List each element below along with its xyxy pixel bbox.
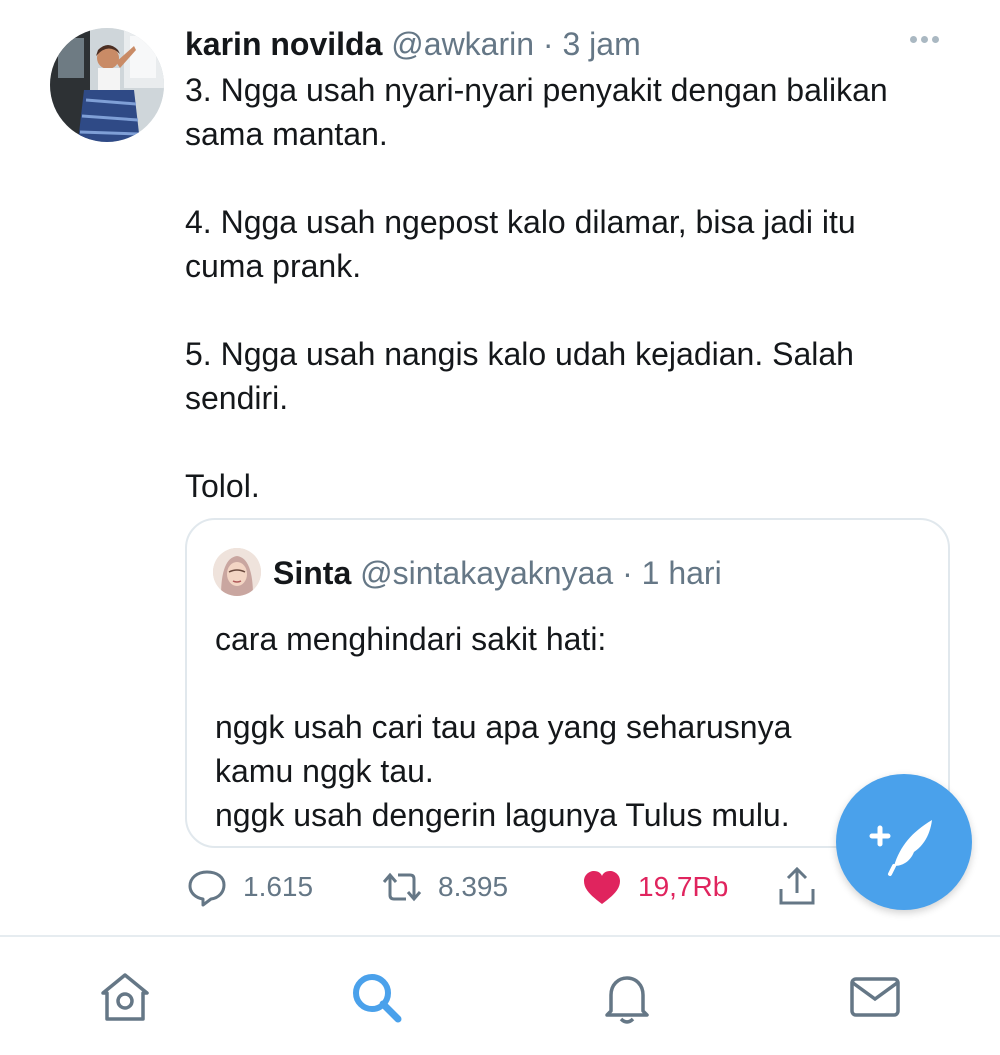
notifications-icon <box>605 976 649 1024</box>
quoted-author-handle: @sintakayaknyaa <box>360 555 614 591</box>
separator-dot: · <box>622 555 633 591</box>
quoted-author-avatar <box>213 548 261 596</box>
tweet-text: 3. Ngga usah nyari-nyari penyakit dengan… <box>185 68 975 552</box>
like-button[interactable]: 19,7Rb <box>580 862 728 912</box>
tweet-paragraph: Tolol. <box>185 468 260 504</box>
tweet-paragraph: 4. Ngga usah ngepost kalo dilamar, bisa … <box>185 204 856 284</box>
quoted-author-name: Sinta <box>273 555 352 591</box>
share-icon <box>779 866 815 905</box>
tweet-paragraph: 5. Ngga usah nangis kalo udah kejadian. … <box>185 336 854 416</box>
more-horizontal-icon[interactable] <box>910 30 950 60</box>
compose-feather-icon <box>869 820 932 876</box>
messages-icon <box>850 977 900 1017</box>
quoted-paragraph: nggk usah cari tau apa yang seharusnya k… <box>215 709 792 833</box>
quoted-header: Sinta @sintakayaknyaa · 1 hari <box>273 552 722 594</box>
share-button[interactable] <box>775 862 833 912</box>
tweet-time[interactable]: 3 jam <box>562 26 640 62</box>
retweet-button[interactable]: 8.395 <box>380 862 508 912</box>
separator-dot: · <box>542 26 554 62</box>
like-count: 19,7Rb <box>638 871 729 902</box>
quoted-paragraph: cara menghindari sakit hati: <box>215 621 607 657</box>
heart-icon <box>584 871 620 904</box>
compose-tweet-button[interactable] <box>836 774 972 910</box>
reply-icon <box>188 870 226 907</box>
quoted-text: cara menghindari sakit hati: nggk usah c… <box>215 617 935 881</box>
tab-home[interactable] <box>95 967 155 1027</box>
tweet-actions: 1.615 8.395 19,7Rb <box>185 862 845 912</box>
author-avatar[interactable] <box>50 28 164 142</box>
reply-count: 1.615 <box>243 871 314 902</box>
tab-messages[interactable] <box>845 967 905 1027</box>
author-name[interactable]: karin novilda <box>185 26 382 62</box>
tab-notifications[interactable] <box>597 967 657 1027</box>
retweet-icon <box>382 872 422 902</box>
home-icon <box>101 973 149 1021</box>
author-handle[interactable]: @awkarin <box>391 26 534 62</box>
tab-search[interactable] <box>346 967 406 1027</box>
quoted-time: 1 hari <box>641 555 722 591</box>
bottom-tab-bar <box>0 937 1000 1055</box>
tweet-paragraph: 3. Ngga usah nyari-nyari penyakit dengan… <box>185 72 888 152</box>
tweet-header: karin novilda @awkarin · 3 jam <box>185 22 641 66</box>
retweet-count: 8.395 <box>438 871 509 902</box>
search-icon <box>353 974 402 1023</box>
reply-button[interactable]: 1.615 <box>185 862 313 912</box>
